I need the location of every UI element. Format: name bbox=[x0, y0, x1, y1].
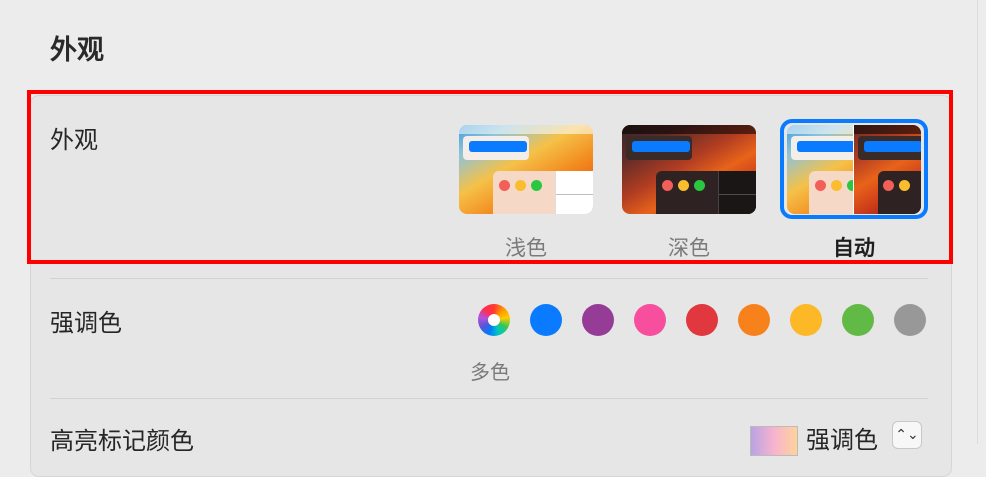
highlight-popup-chevron-icon[interactable]: ⌃⌄ bbox=[892, 421, 922, 449]
menu-bar bbox=[622, 125, 756, 134]
preview-window bbox=[493, 171, 593, 214]
window-edge bbox=[977, 0, 986, 444]
accent-graphite-swatch[interactable] bbox=[894, 304, 926, 336]
zoom-dot-icon bbox=[694, 180, 705, 191]
accent-orange-swatch[interactable] bbox=[738, 304, 770, 336]
appearance-option-dark[interactable] bbox=[622, 125, 756, 214]
appearance-caption-light: 浅色 bbox=[505, 237, 547, 260]
highlight-color-value[interactable]: 强调色 bbox=[806, 420, 878, 455]
accent-color-label: 强调色 bbox=[50, 310, 122, 337]
accent-selected-caption: 多色 bbox=[470, 362, 510, 384]
popup-highlight bbox=[469, 141, 527, 152]
selected-ring bbox=[780, 119, 928, 219]
menu-bar bbox=[459, 125, 593, 134]
appearance-caption-auto: 自动 bbox=[833, 237, 875, 260]
accent-purple-swatch[interactable] bbox=[582, 304, 614, 336]
preview-sidebar bbox=[718, 171, 756, 214]
preview-sidebar bbox=[555, 171, 593, 214]
preview-popup bbox=[626, 136, 692, 160]
appearance-label: 外观 bbox=[50, 127, 98, 154]
close-dot-icon bbox=[499, 180, 510, 191]
accent-green-swatch[interactable] bbox=[842, 304, 874, 336]
accent-yellow-swatch[interactable] bbox=[790, 304, 822, 336]
close-dot-icon bbox=[662, 180, 673, 191]
appearance-option-light[interactable] bbox=[459, 125, 593, 214]
divider bbox=[50, 398, 928, 399]
divider bbox=[50, 278, 928, 279]
minimize-dot-icon bbox=[678, 180, 689, 191]
accent-red-swatch[interactable] bbox=[686, 304, 718, 336]
preview-window bbox=[656, 171, 756, 214]
page-title: 外观 bbox=[50, 35, 104, 65]
popup-highlight bbox=[632, 141, 690, 152]
accent-blue-swatch[interactable] bbox=[530, 304, 562, 336]
preview-popup bbox=[463, 136, 529, 160]
appearance-caption-dark: 深色 bbox=[668, 237, 710, 260]
highlight-color-swatch bbox=[750, 426, 798, 456]
highlight-color-label: 高亮标记颜色 bbox=[50, 428, 194, 455]
zoom-dot-icon bbox=[531, 180, 542, 191]
accent-pink-swatch[interactable] bbox=[634, 304, 666, 336]
accent-multicolor-swatch[interactable] bbox=[478, 304, 510, 336]
minimize-dot-icon bbox=[515, 180, 526, 191]
